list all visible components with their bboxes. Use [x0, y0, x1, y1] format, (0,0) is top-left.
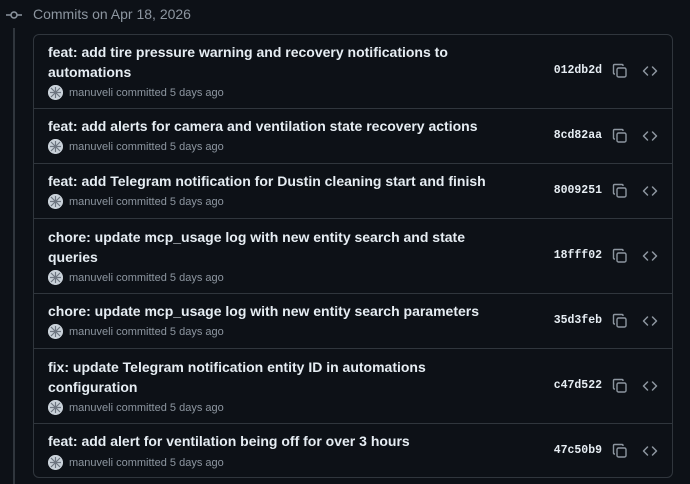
commit-time: 5 days ago	[169, 141, 224, 153]
commit-group-title: Commits on Apr 18, 2026	[33, 6, 191, 22]
commit-title-link[interactable]: feat: add tire pressure warning and reco…	[48, 42, 468, 82]
copy-icon[interactable]	[612, 183, 628, 199]
copy-icon[interactable]	[612, 443, 628, 459]
avatar-icon[interactable]	[48, 270, 63, 285]
commit-verb: committed	[116, 272, 167, 284]
copy-icon[interactable]	[612, 248, 628, 264]
commit-title-link[interactable]: feat: add alert for ventilation being of…	[48, 431, 488, 451]
commit-time: 5 days ago	[169, 326, 224, 338]
commit-verb: committed	[116, 326, 167, 338]
code-icon[interactable]	[642, 63, 658, 79]
commit-sha-link[interactable]: 012db2d	[554, 63, 602, 79]
commit-row: feat: add alerts for camera and ventilat…	[34, 109, 672, 164]
commit-time: 5 days ago	[169, 402, 224, 414]
commit-sha-link[interactable]: 8009251	[554, 183, 602, 199]
commit-row: feat: add tire pressure warning and reco…	[34, 35, 672, 109]
commit-sha-link[interactable]: 47c50b9	[554, 443, 602, 459]
commit-sha-link[interactable]: 35d3feb	[554, 313, 602, 329]
timeline-line	[13, 28, 15, 484]
commit-verb: committed	[116, 196, 167, 208]
commit-verb: committed	[116, 87, 167, 99]
code-icon[interactable]	[642, 128, 658, 144]
commit-row: feat: add alert for ventilation being of…	[34, 424, 672, 477]
commit-row: feat: add Telegram notification for Dust…	[34, 164, 672, 219]
avatar-icon[interactable]	[48, 400, 63, 415]
copy-icon[interactable]	[612, 128, 628, 144]
avatar-icon[interactable]	[48, 194, 63, 209]
commit-title-link[interactable]: fix: update Telegram notification entity…	[48, 357, 448, 397]
copy-icon[interactable]	[612, 63, 628, 79]
commit-author-link[interactable]: manuveli	[69, 457, 113, 469]
commit-time: 5 days ago	[169, 196, 224, 208]
commit-list: feat: add tire pressure warning and reco…	[33, 34, 673, 478]
commit-title-link[interactable]: feat: add Telegram notification for Dust…	[48, 171, 488, 191]
commit-sha-link[interactable]: 18fff02	[554, 248, 602, 264]
commit-author-link[interactable]: manuveli	[69, 402, 113, 414]
copy-icon[interactable]	[612, 378, 628, 394]
commit-time: 5 days ago	[169, 87, 224, 99]
commit-author-link[interactable]: manuveli	[69, 196, 113, 208]
commit-verb: committed	[116, 402, 167, 414]
commit-title-link[interactable]: chore: update mcp_usage log with new ent…	[48, 227, 468, 267]
commit-sha-link[interactable]: c47d522	[554, 378, 602, 394]
commits-page: Commits on Apr 18, 2026 feat: add tire p…	[0, 0, 690, 484]
commit-time: 5 days ago	[169, 457, 224, 469]
avatar-icon[interactable]	[48, 85, 63, 100]
avatar-icon[interactable]	[48, 139, 63, 154]
commit-author-link[interactable]: manuveli	[69, 87, 113, 99]
code-icon[interactable]	[642, 248, 658, 264]
commit-row: fix: update Telegram notification entity…	[34, 349, 672, 424]
commit-title-link[interactable]: feat: add alerts for camera and ventilat…	[48, 116, 488, 136]
commit-author-link[interactable]: manuveli	[69, 141, 113, 153]
commit-group-header: Commits on Apr 18, 2026	[0, 0, 690, 28]
avatar-icon[interactable]	[48, 455, 63, 470]
copy-icon[interactable]	[612, 313, 628, 329]
commit-row: chore: update mcp_usage log with new ent…	[34, 219, 672, 294]
commit-verb: committed	[116, 141, 167, 153]
commit-author-link[interactable]: manuveli	[69, 272, 113, 284]
commit-row: chore: update mcp_usage log with new ent…	[34, 294, 672, 349]
code-icon[interactable]	[642, 183, 658, 199]
commit-verb: committed	[116, 457, 167, 469]
avatar-icon[interactable]	[48, 324, 63, 339]
code-icon[interactable]	[642, 378, 658, 394]
commit-sha-link[interactable]: 8cd82aa	[554, 128, 602, 144]
commit-author-link[interactable]: manuveli	[69, 326, 113, 338]
commit-time: 5 days ago	[169, 272, 224, 284]
code-icon[interactable]	[642, 313, 658, 329]
commit-title-link[interactable]: chore: update mcp_usage log with new ent…	[48, 301, 488, 321]
git-commit-icon	[6, 8, 22, 20]
code-icon[interactable]	[642, 443, 658, 459]
